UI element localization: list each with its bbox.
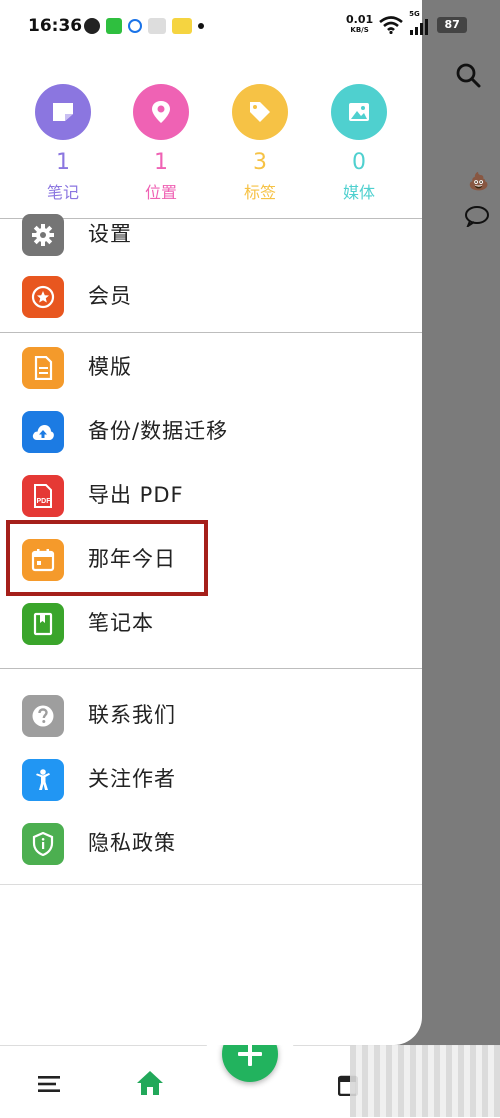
stat-tags-count: 3 bbox=[253, 150, 267, 175]
status-bar: 16:36 0.01 KB/S 5G 87 bbox=[0, 0, 468, 56]
stat-media[interactable]: 0 媒体 bbox=[324, 84, 394, 203]
menu-icon[interactable] bbox=[38, 1076, 60, 1092]
menu-item-follow-author[interactable]: 关注作者 bbox=[0, 751, 422, 807]
robot-app-icon bbox=[84, 18, 100, 34]
stat-notes[interactable]: 1 笔记 bbox=[28, 84, 98, 203]
menu-item-privacy-policy[interactable]: 隐私政策 bbox=[0, 815, 422, 871]
status-right-icons: 0.01 KB/S 5G 87 bbox=[346, 10, 468, 35]
status-time: 16:36 bbox=[28, 16, 83, 36]
menu-item-settings[interactable]: 设置 bbox=[0, 206, 422, 262]
battery-indicator: 87 bbox=[437, 17, 468, 33]
stat-tags[interactable]: 3 标签 bbox=[225, 84, 295, 203]
home-icon[interactable] bbox=[136, 1070, 164, 1096]
poop-emoji-icon: 💩 bbox=[468, 172, 490, 192]
app-notification-icon bbox=[148, 18, 166, 34]
settings-icon-box bbox=[22, 214, 64, 256]
question-icon bbox=[32, 705, 54, 727]
menu-item-export-pdf-label: 导出 PDF bbox=[88, 483, 184, 507]
menu-item-backup-label: 备份/数据迁移 bbox=[88, 419, 229, 443]
stat-locations-label: 位置 bbox=[144, 183, 177, 202]
menu-item-notebook[interactable]: 笔记本 bbox=[0, 595, 422, 651]
image-icon bbox=[349, 103, 369, 121]
stat-tags-circle bbox=[232, 84, 288, 140]
menu-item-settings-label: 设置 bbox=[88, 222, 132, 246]
stat-notes-count: 1 bbox=[56, 150, 70, 175]
stat-locations-count: 1 bbox=[154, 150, 168, 175]
contact-us-icon-box bbox=[22, 695, 64, 737]
search-app-icon bbox=[128, 19, 142, 33]
highlight-annotation bbox=[6, 520, 208, 596]
stat-locations-circle bbox=[133, 84, 189, 140]
location-pin-icon bbox=[152, 101, 170, 123]
follow-author-icon-box bbox=[22, 759, 64, 801]
more-notifications-dot bbox=[198, 23, 204, 29]
pixelated-watermark bbox=[350, 1045, 500, 1117]
yellow-app-icon bbox=[172, 18, 192, 34]
pdf-icon: PDF bbox=[34, 484, 52, 508]
stat-notes-label: 笔记 bbox=[46, 183, 79, 202]
star-badge-icon bbox=[31, 285, 55, 309]
stat-tags-label: 标签 bbox=[243, 183, 276, 202]
menu-item-follow-author-label: 关注作者 bbox=[88, 767, 176, 791]
menu-item-backup[interactable]: 备份/数据迁移 bbox=[0, 403, 422, 459]
divider bbox=[0, 884, 422, 885]
comment-icon[interactable] bbox=[464, 205, 490, 227]
search-icon[interactable] bbox=[455, 62, 481, 88]
tag-icon bbox=[250, 102, 270, 122]
menu-item-templates-label: 模版 bbox=[88, 355, 132, 379]
signal-tag: 5G bbox=[409, 10, 420, 18]
privacy-policy-icon-box bbox=[22, 823, 64, 865]
backup-icon-box bbox=[22, 411, 64, 453]
net-speed-unit: KB/S bbox=[350, 26, 369, 34]
menu-item-privacy-policy-label: 隐私政策 bbox=[88, 831, 176, 855]
divider bbox=[0, 668, 422, 669]
menu-item-membership-label: 会员 bbox=[88, 284, 132, 308]
menu-item-export-pdf[interactable]: PDF 导出 PDF bbox=[0, 467, 422, 523]
divider bbox=[0, 332, 422, 333]
stat-media-label: 媒体 bbox=[342, 183, 375, 202]
cloud-upload-icon bbox=[32, 425, 54, 440]
wifi-icon bbox=[379, 16, 403, 34]
menu-item-membership[interactable]: 会员 bbox=[0, 268, 422, 324]
person-icon bbox=[36, 769, 50, 790]
stat-locations[interactable]: 1 位置 bbox=[126, 84, 196, 203]
menu-item-notebook-label: 笔记本 bbox=[88, 611, 154, 635]
notebook-icon bbox=[33, 612, 53, 636]
menu-item-contact-us-label: 联系我们 bbox=[88, 703, 176, 727]
stat-media-circle bbox=[331, 84, 387, 140]
shield-icon bbox=[32, 832, 54, 856]
menu-item-contact-us[interactable]: 联系我们 bbox=[0, 687, 422, 743]
network-speed: 0.01 KB/S bbox=[346, 14, 373, 35]
stat-notes-circle bbox=[35, 84, 91, 140]
template-icon bbox=[34, 356, 53, 380]
templates-icon-box bbox=[22, 347, 64, 389]
export-pdf-icon-box: PDF bbox=[22, 475, 64, 517]
notification-icons bbox=[84, 18, 204, 34]
stat-media-count: 0 bbox=[352, 150, 366, 175]
stats-row: 1 笔记 1 位置 3 标签 0 媒体 bbox=[0, 84, 422, 214]
menu-item-templates[interactable]: 模版 bbox=[0, 339, 422, 395]
cellular-signal-icon: 5G bbox=[409, 10, 431, 35]
green-app-icon bbox=[106, 18, 122, 34]
gear-icon bbox=[32, 224, 54, 246]
membership-icon-box bbox=[22, 276, 64, 318]
note-icon bbox=[53, 103, 73, 121]
svg-text:PDF: PDF bbox=[37, 498, 52, 505]
notebook-icon-box bbox=[22, 603, 64, 645]
